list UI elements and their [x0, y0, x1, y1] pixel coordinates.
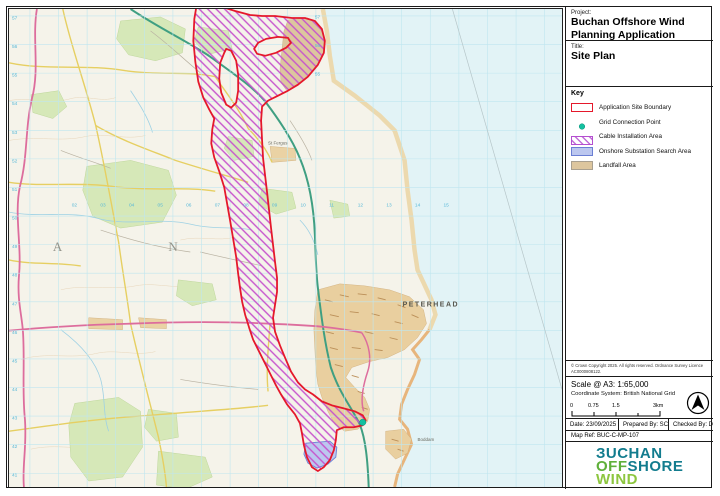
grid-point-swatch: [571, 118, 593, 127]
grid-number: 14: [415, 203, 421, 209]
title-section: Title: Site Plan: [566, 41, 713, 87]
grid-number: 57: [315, 14, 321, 20]
landfall-swatch: [571, 161, 593, 170]
mapref-row: Map Ref: BUC-C-MP-107: [566, 431, 713, 443]
grid-number: 53: [12, 130, 18, 136]
key-title: Key: [571, 90, 708, 97]
scalebar-0: 0: [570, 403, 573, 409]
grid-number: 46: [12, 330, 18, 336]
label-st-fergus: St Fergus: [268, 140, 288, 145]
grid-number: 09: [272, 203, 278, 209]
copyright-line1: © Crown Copyright 2025. All rights reser…: [571, 363, 708, 369]
grid-number: 08: [243, 203, 249, 209]
scale-text: Scale @ A3: 1:65,000: [571, 380, 708, 389]
grid-number: 15: [444, 203, 450, 209]
project-name-line2: Planning Application: [571, 30, 708, 41]
substation-swatch: [571, 147, 593, 156]
logo-line3: WIND: [596, 471, 638, 488]
grid-number: 48: [12, 273, 18, 279]
grid-number: 12: [358, 203, 364, 209]
grid-number: 42: [12, 444, 18, 450]
legend-item-grid-point: Grid Connection Point: [571, 115, 708, 130]
map-ref: Map Ref: BUC-C-MP-107: [571, 433, 708, 439]
grid-number: 41: [12, 473, 18, 479]
legend-label: Cable Installation Area: [599, 133, 662, 140]
legend-label: Application Site Boundary: [599, 104, 671, 111]
project-section: Project: Buchan Offshore Wind Planning A…: [566, 7, 713, 41]
copyright-line2: AC0000808122.: [571, 369, 708, 375]
grid-number: 45: [12, 358, 18, 364]
grid-number: 02: [72, 203, 78, 209]
scalebar-ruler: [571, 410, 661, 417]
grid-number: 56: [315, 43, 321, 49]
logo-section: ЗUCHAN OFFSHORE WIND: [566, 442, 713, 489]
scale-bar: 0 0.75 1.5 3km: [571, 403, 661, 417]
site-plan-page: PETERHEAD A N St Fergus Boddam 57 56 55 54 5…: [0, 0, 720, 496]
grid-connection-point: [360, 419, 366, 425]
grid-number: 57: [12, 15, 18, 21]
date-cell: Date: 23/09/2025: [566, 419, 619, 430]
legend-label: Landfall Area: [599, 162, 636, 169]
grid-number: 52: [12, 158, 18, 164]
drawing-title: Site Plan: [571, 51, 708, 63]
title-label: Title:: [571, 44, 708, 50]
grid-number: 49: [12, 244, 18, 250]
project-name-line1: Buchan Offshore Wind: [571, 17, 708, 29]
legend-item-boundary: Application Site Boundary: [571, 101, 708, 116]
grid-number: 51: [12, 187, 18, 193]
cable-area-swatch: [571, 132, 593, 141]
label-peterhead: PETERHEAD: [403, 302, 459, 309]
grid-number: 03: [100, 203, 106, 209]
grid-number: 43: [12, 416, 18, 422]
grid-number: 56: [12, 44, 18, 50]
label-boddam: Boddam: [418, 437, 435, 442]
grid-number: 47: [12, 301, 18, 307]
checked-by-cell: Checked By: DO: [669, 419, 713, 430]
grid-number: 07: [215, 203, 221, 209]
grid-number: 05: [158, 203, 164, 209]
grid-number: 11: [329, 203, 334, 209]
north-arrow: [686, 391, 710, 415]
grid-number: 44: [12, 387, 18, 393]
grid-number: 13: [386, 203, 392, 209]
title-block: Project: Buchan Offshore Wind Planning A…: [565, 7, 713, 489]
map-canvas: PETERHEAD A N St Fergus Boddam 57 56 55 54 5…: [8, 8, 563, 488]
label-region-letter-n: N: [168, 239, 178, 254]
scalebar-3km: 3km: [653, 403, 663, 409]
legend-label: Onshore Substation Search Area: [599, 148, 691, 155]
grid-number: 50: [12, 216, 18, 222]
grid-number: 10: [301, 203, 307, 209]
scale-section: Scale @ A3: 1:65,000 Coordinate System: …: [566, 377, 713, 419]
key-section: Key Application Site Boundary Grid Conne…: [566, 87, 713, 362]
buchan-offshore-wind-logo: ЗUCHAN OFFSHORE WIND: [596, 447, 683, 486]
grid-number: 06: [186, 203, 192, 209]
label-region-letter-a: A: [53, 239, 63, 254]
scalebar-15: 1.5: [612, 403, 620, 409]
legend-item-substation: Onshore Substation Search Area: [571, 144, 708, 159]
boundary-swatch: [571, 103, 593, 112]
grid-number: 54: [12, 101, 18, 107]
grid-number: 55: [315, 72, 321, 78]
legend-item-landfall: Landfall Area: [571, 159, 708, 174]
revision-row: Date: 23/09/2025 Prepared By: SC Checked…: [566, 419, 713, 431]
legend-item-cable-area: Cable Installation Area: [571, 130, 708, 145]
grid-number: 04: [129, 203, 135, 209]
grid-number: 55: [12, 73, 18, 79]
legend-label: Grid Connection Point: [599, 119, 661, 126]
prepared-by-cell: Prepared By: SC: [619, 419, 669, 430]
copyright-section: © Crown Copyright 2025. All rights reser…: [566, 361, 713, 377]
scalebar-075: 0.75: [588, 403, 599, 409]
